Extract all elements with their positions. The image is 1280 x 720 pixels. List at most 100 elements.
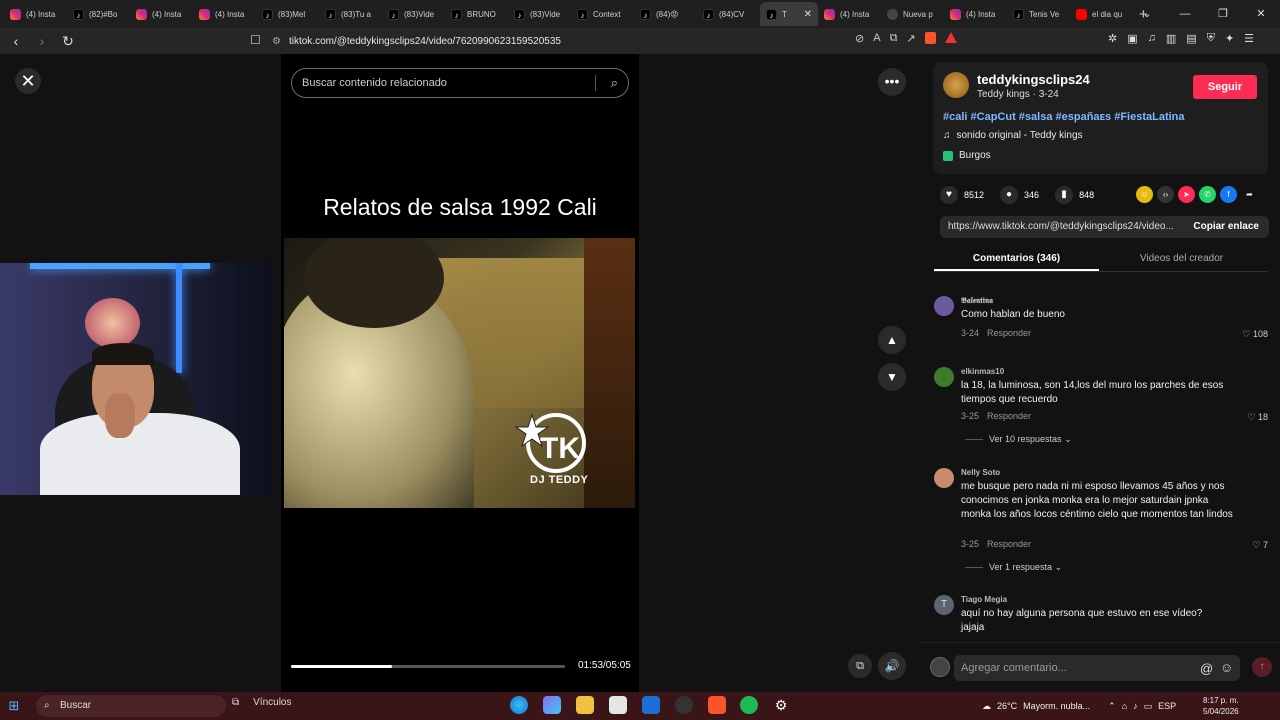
- follow-button[interactable]: Seguir: [1193, 75, 1257, 99]
- close-window-button[interactable]: ✕: [1242, 0, 1280, 28]
- whatsapp-icon[interactable]: ✆: [1199, 186, 1216, 203]
- vpn-icon[interactable]: ⛨: [1207, 32, 1215, 45]
- next-video-button[interactable]: ▼: [878, 363, 906, 391]
- back-button[interactable]: ‹: [6, 33, 26, 49]
- comment-like[interactable]: ♡ 108: [1242, 329, 1268, 340]
- comment-stat[interactable]: ● 346: [1000, 186, 1039, 204]
- close-tab-icon[interactable]: ✕: [804, 9, 812, 20]
- menu-icon[interactable]: ☰: [1244, 32, 1254, 45]
- browser-tab[interactable]: ♪ (83)Vide: [508, 2, 571, 26]
- browser-tab[interactable]: ♪ Context: [571, 2, 634, 26]
- more-share-icon[interactable]: ➦: [1241, 186, 1258, 203]
- send-friend-icon[interactable]: ➤: [1178, 186, 1195, 203]
- reply-button[interactable]: Responder: [987, 411, 1031, 421]
- save-stat[interactable]: ▮ 848: [1055, 186, 1094, 204]
- bookmark-icon[interactable]: ☐: [250, 33, 261, 47]
- commenter-avatar[interactable]: [934, 367, 954, 387]
- site-info-icon[interactable]: ⚙: [272, 36, 281, 47]
- share-icon[interactable]: ↗: [906, 32, 915, 45]
- maximize-button[interactable]: ❐: [1204, 0, 1242, 28]
- sidebar-icon[interactable]: ▥: [1166, 32, 1176, 45]
- browser-tab[interactable]: ♪ (82)#Bo: [67, 2, 130, 26]
- settings-gear-icon[interactable]: ⚙: [772, 696, 790, 714]
- brave-browser-icon[interactable]: [708, 696, 726, 714]
- browser-tab[interactable]: ♪ T ✕: [760, 2, 818, 26]
- close-video-button[interactable]: ✕: [15, 68, 41, 94]
- previous-video-button[interactable]: ▲: [878, 326, 906, 354]
- store-icon[interactable]: [609, 696, 627, 714]
- browser-tab[interactable]: (4) Insta: [944, 2, 1007, 26]
- weather-icon[interactable]: ☁: [982, 701, 991, 712]
- browser-tab[interactable]: (4) Insta: [130, 2, 193, 26]
- screenshot-icon[interactable]: ▣: [1127, 32, 1137, 45]
- battery-icon[interactable]: ▭: [1144, 701, 1153, 712]
- more-options-button[interactable]: •••: [878, 68, 906, 96]
- taskbar-links-label[interactable]: Vínculos: [253, 697, 291, 708]
- windows-start-icon[interactable]: ⊞: [0, 698, 28, 714]
- send-comment-button[interactable]: ↑: [1252, 657, 1272, 677]
- emoji-icon[interactable]: ☺: [1220, 660, 1233, 675]
- file-explorer-icon[interactable]: [576, 696, 594, 714]
- comment-input[interactable]: Agregar comentario...: [954, 655, 1240, 681]
- tray-expand-icon[interactable]: ⌃: [1108, 701, 1116, 712]
- post-location[interactable]: Burgos: [943, 150, 991, 161]
- taskbar-search[interactable]: ⌕ Buscar: [36, 695, 226, 717]
- creator-avatar[interactable]: [943, 72, 969, 98]
- volume-button[interactable]: 🔊: [878, 652, 906, 680]
- language-indicator[interactable]: ESP: [1158, 701, 1176, 711]
- copilot-icon[interactable]: [543, 696, 561, 714]
- tab-creator-videos[interactable]: Videos del creador: [1099, 248, 1264, 271]
- speaker-icon[interactable]: ♪: [1133, 701, 1138, 711]
- video-progress-bar[interactable]: [291, 665, 565, 668]
- browser-tab[interactable]: Nueva p: [881, 2, 944, 26]
- related-search-input[interactable]: Buscar contenido relacionado ⌕: [291, 68, 629, 98]
- comment-like[interactable]: ♡ 7: [1252, 540, 1268, 551]
- media-icon[interactable]: ♫: [1148, 32, 1156, 45]
- reply-button[interactable]: Responder: [987, 539, 1031, 549]
- post-hashtags[interactable]: #cali #CapCut #salsa #españaᴇs #FiestaLa…: [943, 111, 1185, 123]
- browser-tab[interactable]: (4) Insta: [193, 2, 256, 26]
- no-translate-icon[interactable]: ⊘: [855, 32, 864, 45]
- comment-like[interactable]: ♡ 18: [1247, 412, 1268, 423]
- mention-icon[interactable]: @: [1200, 661, 1213, 676]
- commenter-name[interactable]: Tiago Megia: [961, 595, 1007, 604]
- browser-tab[interactable]: ♪ (83)Tu a: [319, 2, 382, 26]
- network-icon[interactable]: ⌂: [1122, 701, 1127, 711]
- spotify-icon[interactable]: [740, 696, 758, 714]
- reply-button[interactable]: Responder: [987, 328, 1031, 338]
- facebook-icon[interactable]: f: [1220, 186, 1237, 203]
- video-stage[interactable]: Buscar contenido relacionado ⌕ Relatos d…: [281, 54, 639, 692]
- browser-tab[interactable]: ♪ Tenis Ve: [1007, 2, 1070, 26]
- mail-icon[interactable]: [642, 696, 660, 714]
- view-replies-button[interactable]: Ver 10 respuestas ⌄: [965, 434, 1072, 445]
- browser-tab[interactable]: ♪ (83)Vide: [382, 2, 445, 26]
- creator-username[interactable]: teddykingsclips24: [977, 72, 1090, 87]
- brave-shield-icon[interactable]: [924, 32, 936, 44]
- view-replies-button[interactable]: Ver 1 respuesta ⌄: [965, 562, 1062, 573]
- reload-button[interactable]: ↻: [58, 33, 78, 50]
- translate-icon[interactable]: A: [873, 32, 880, 45]
- commenter-name[interactable]: Nelly Soto: [961, 468, 1000, 477]
- browser-tab[interactable]: (4) Insta: [818, 2, 881, 26]
- search-icon[interactable]: ⌕: [611, 69, 618, 97]
- browser-tab[interactable]: ♪ (83)Mel: [256, 2, 319, 26]
- commenter-avatar[interactable]: [934, 468, 954, 488]
- taskbar-clock[interactable]: 8:17 p. m. 5/04/2026: [1203, 695, 1239, 717]
- commenter-name[interactable]: 𝕭𝖆𝖑𝖊𝖓𝖙𝖎𝖓𝖆: [961, 296, 993, 306]
- browser-tab[interactable]: ♪ (84)😡: [634, 2, 697, 26]
- chevron-down-icon[interactable]: ⌄: [1128, 0, 1166, 28]
- commenter-avatar[interactable]: T: [934, 595, 954, 615]
- like-stat[interactable]: ♥ 8512: [940, 186, 984, 204]
- wallet-icon[interactable]: ▤: [1186, 32, 1196, 45]
- brave-rewards-icon[interactable]: [944, 32, 957, 43]
- weather-text[interactable]: Mayorm. nubla...: [1023, 701, 1090, 711]
- tab-comments[interactable]: Comentarios (346): [934, 248, 1099, 271]
- post-sound[interactable]: ♫ sonido original - Teddy kings: [943, 130, 1083, 141]
- task-view-icon[interactable]: ⧉: [232, 697, 239, 708]
- edge-icon[interactable]: [510, 696, 528, 714]
- weather-temp[interactable]: 26°C: [997, 701, 1017, 711]
- browser-tab[interactable]: ♪ BRUNO: [445, 2, 508, 26]
- forward-button[interactable]: ›: [32, 33, 52, 49]
- minimize-button[interactable]: —: [1166, 0, 1204, 28]
- leo-icon[interactable]: ✦: [1225, 32, 1234, 45]
